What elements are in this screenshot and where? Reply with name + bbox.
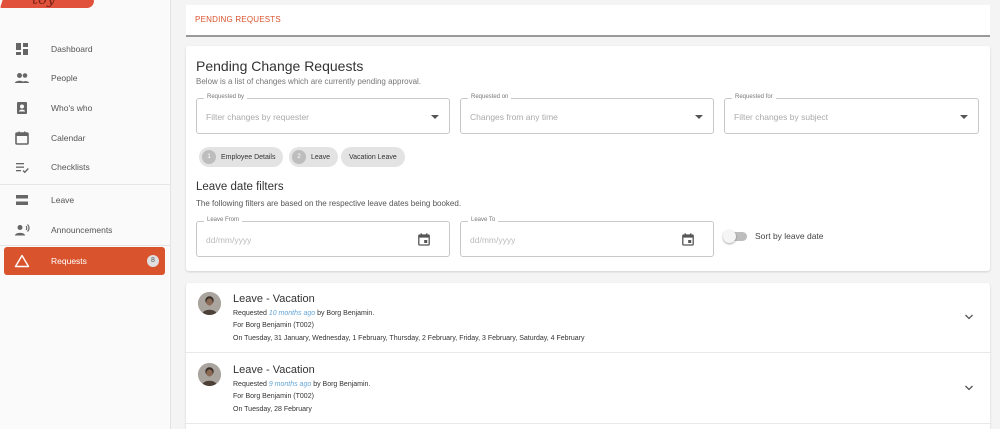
sidebar-divider (0, 184, 171, 185)
requested-by-placeholder: Filter changes by requester (206, 112, 309, 122)
requested-prefix: Requested (233, 310, 267, 317)
requests-list: Leave - Vacation Requested 10 months ago… (186, 283, 990, 429)
leave-from-label: Leave From (204, 217, 243, 223)
logo[interactable]: toy (0, 0, 96, 14)
sidebar-item-label: Checklists (51, 162, 90, 172)
requests-count-badge: 8 (147, 255, 159, 267)
avatar (198, 292, 221, 315)
requested-by-select[interactable]: Requested by Filter changes by requester (196, 94, 450, 134)
leave-filters-subtitle: The following filters are based on the r… (196, 199, 462, 208)
sidebar-item-dashboard[interactable]: Dashboard (4, 35, 165, 63)
sort-by-leave-date-label: Sort by leave date (755, 231, 824, 241)
chevron-down-icon[interactable] (964, 313, 974, 321)
avatar (198, 363, 221, 386)
requested-by: by Borg Benjamin. (313, 381, 371, 388)
people-icon (15, 73, 29, 83)
chevron-down-icon (695, 115, 703, 119)
sidebar-item-label: Requests (51, 256, 87, 266)
logo-text: toy (32, 0, 56, 8)
checklist-icon (16, 163, 29, 174)
leave-to-date-input[interactable]: Leave To dd/mm/yyyy (460, 217, 714, 257)
sidebar-item-leave[interactable]: Leave (4, 186, 165, 214)
request-for: For Borg Benjamin (T002) (233, 322, 314, 329)
requested-on-select[interactable]: Requested on Changes from any time (460, 94, 714, 134)
tab-pending-requests[interactable]: PENDING REQUESTS (186, 5, 290, 35)
requested-for-placeholder: Filter changes by subject (734, 112, 829, 122)
tab-bar: PENDING REQUESTS (186, 5, 990, 37)
warning-triangle-icon (14, 254, 30, 268)
contact-card-icon (17, 102, 27, 114)
sidebar-item-label: Dashboard (51, 44, 93, 54)
requested-for-label: Requested for (732, 94, 776, 100)
leave-to-label: Leave To (468, 217, 499, 223)
requested-prefix: Requested (233, 381, 267, 388)
request-meta: Requested 10 months ago by Borg Benjamin… (233, 310, 374, 317)
dashboard-icon (16, 43, 28, 55)
chip-label: Leave (311, 153, 331, 161)
toggle-knob (723, 230, 736, 243)
calendar-icon[interactable] (418, 233, 430, 246)
filters-panel: Pending Change Requests Below is a list … (186, 46, 990, 271)
chevron-down-icon[interactable] (964, 384, 974, 392)
sort-by-leave-date-toggle[interactable] (723, 230, 747, 243)
sidebar-item-label: Leave (51, 195, 75, 205)
leave-from-placeholder: dd/mm/yyyy (206, 235, 252, 245)
request-title: Leave - Vacation (233, 293, 315, 305)
requested-for-select[interactable]: Requested for Filter changes by subject (724, 94, 979, 134)
leave-to-placeholder: dd/mm/yyyy (470, 235, 516, 245)
requested-on-label: Requested on (468, 94, 512, 100)
request-row[interactable]: Leave - Vacation Requested 10 months ago… (186, 283, 990, 353)
sidebar-item-label: Announcements (51, 225, 113, 235)
sidebar-item-announcements[interactable]: Announcements (4, 216, 165, 244)
sidebar-item-label: Calendar (51, 133, 86, 143)
request-title: Leave - Vacation (233, 364, 315, 376)
request-dates: On Tuesday, 28 February (233, 406, 312, 413)
sidebar-item-label: Who's who (51, 103, 93, 113)
sidebar-item-calendar[interactable]: Calendar (4, 124, 165, 152)
requested-ago: 10 months ago (268, 310, 316, 317)
calendar-icon (15, 131, 29, 145)
sidebar-item-whos-who[interactable]: Who's who (4, 94, 165, 122)
page-subtitle: Below is a list of changes which are cur… (196, 77, 422, 86)
requested-ago: 9 months ago (268, 381, 312, 388)
requested-on-placeholder: Changes from any time (470, 112, 558, 122)
chevron-down-icon (960, 115, 968, 119)
requested-by-label: Requested by (204, 94, 248, 100)
request-dates: On Tuesday, 31 January, Wednesday, 1 Feb… (233, 335, 585, 342)
chevron-down-icon (431, 115, 439, 119)
request-row[interactable]: Leave - Vacation Requested 9 months ago … (186, 354, 990, 424)
request-for: For Borg Benjamin (T002) (233, 393, 314, 400)
chip-count: 1 (202, 150, 216, 164)
requested-by: by Borg Benjamin. (317, 310, 375, 317)
leave-from-date-input[interactable]: Leave From dd/mm/yyyy (196, 217, 450, 257)
calendar-icon[interactable] (682, 233, 694, 246)
sidebar-item-label: People (51, 73, 78, 83)
sidebar-item-people[interactable]: People (4, 64, 165, 92)
page-title: Pending Change Requests (196, 58, 364, 74)
chip-vacation-leave[interactable]: Vacation Leave (341, 147, 405, 167)
chip-label: Employee Details (221, 153, 276, 161)
chip-label: Vacation Leave (349, 153, 397, 161)
request-meta: Requested 9 months ago by Borg Benjamin. (233, 381, 370, 388)
announce-icon (15, 224, 30, 236)
sidebar: toy Dashboard People Who's who Calendar … (0, 0, 171, 429)
sidebar-divider (0, 245, 171, 246)
chip-count: 2 (292, 150, 306, 164)
leave-icon (16, 195, 28, 205)
chip-leave[interactable]: 2 Leave (289, 147, 339, 167)
sidebar-item-checklists[interactable]: Checklists (4, 153, 165, 181)
sidebar-item-requests[interactable]: Requests 8 (4, 247, 165, 275)
leave-filters-title: Leave date filters (196, 181, 284, 193)
chip-employee-details[interactable]: 1 Employee Details (199, 147, 284, 167)
